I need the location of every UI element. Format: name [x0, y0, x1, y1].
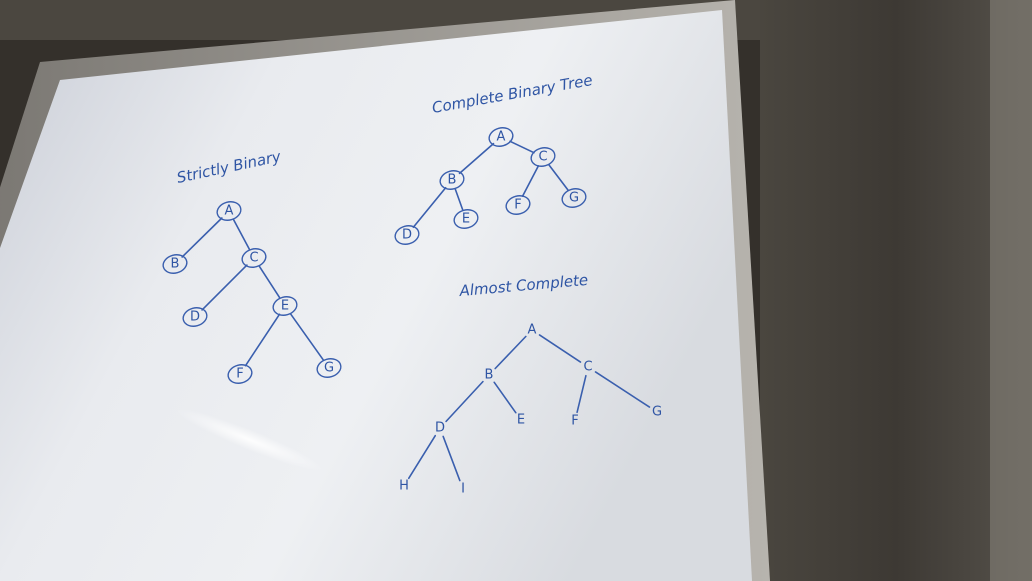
strict-node-label-G: G — [324, 361, 334, 376]
almost-node-label-A: A — [528, 323, 537, 338]
complete-node-label-B: B — [448, 173, 457, 188]
whiteboard-photo: Strictly Binary Complete Binary Tree Alm… — [0, 0, 1032, 581]
strict-node-label-B: B — [171, 257, 180, 272]
strict-node-label-C: C — [249, 251, 258, 266]
strict-node-label-D: D — [190, 310, 200, 325]
almost-node-label-F: F — [571, 414, 578, 429]
complete-node-label-F: F — [514, 198, 521, 213]
complete-node-label-D: D — [402, 228, 412, 243]
strict-node-label-F: F — [236, 367, 243, 382]
almost-node-label-B: B — [485, 368, 494, 383]
strict-node-label-E: E — [281, 299, 289, 314]
almost-node-label-D: D — [435, 421, 445, 436]
complete-node-label-G: G — [569, 191, 579, 206]
almost-node-label-I: I — [461, 482, 465, 497]
almost-node-label-E: E — [517, 413, 525, 428]
strict-node-label-A: A — [225, 204, 234, 219]
scene-svg: Strictly Binary Complete Binary Tree Alm… — [0, 0, 1032, 581]
almost-node-label-C: C — [583, 360, 592, 375]
board-surface — [0, 10, 752, 581]
almost-node-label-H: H — [399, 479, 409, 494]
complete-node-label-A: A — [497, 130, 506, 145]
wall-edge — [990, 0, 1032, 581]
almost-node-label-G: G — [652, 405, 662, 420]
complete-node-label-E: E — [462, 212, 470, 227]
complete-node-label-C: C — [538, 150, 547, 165]
